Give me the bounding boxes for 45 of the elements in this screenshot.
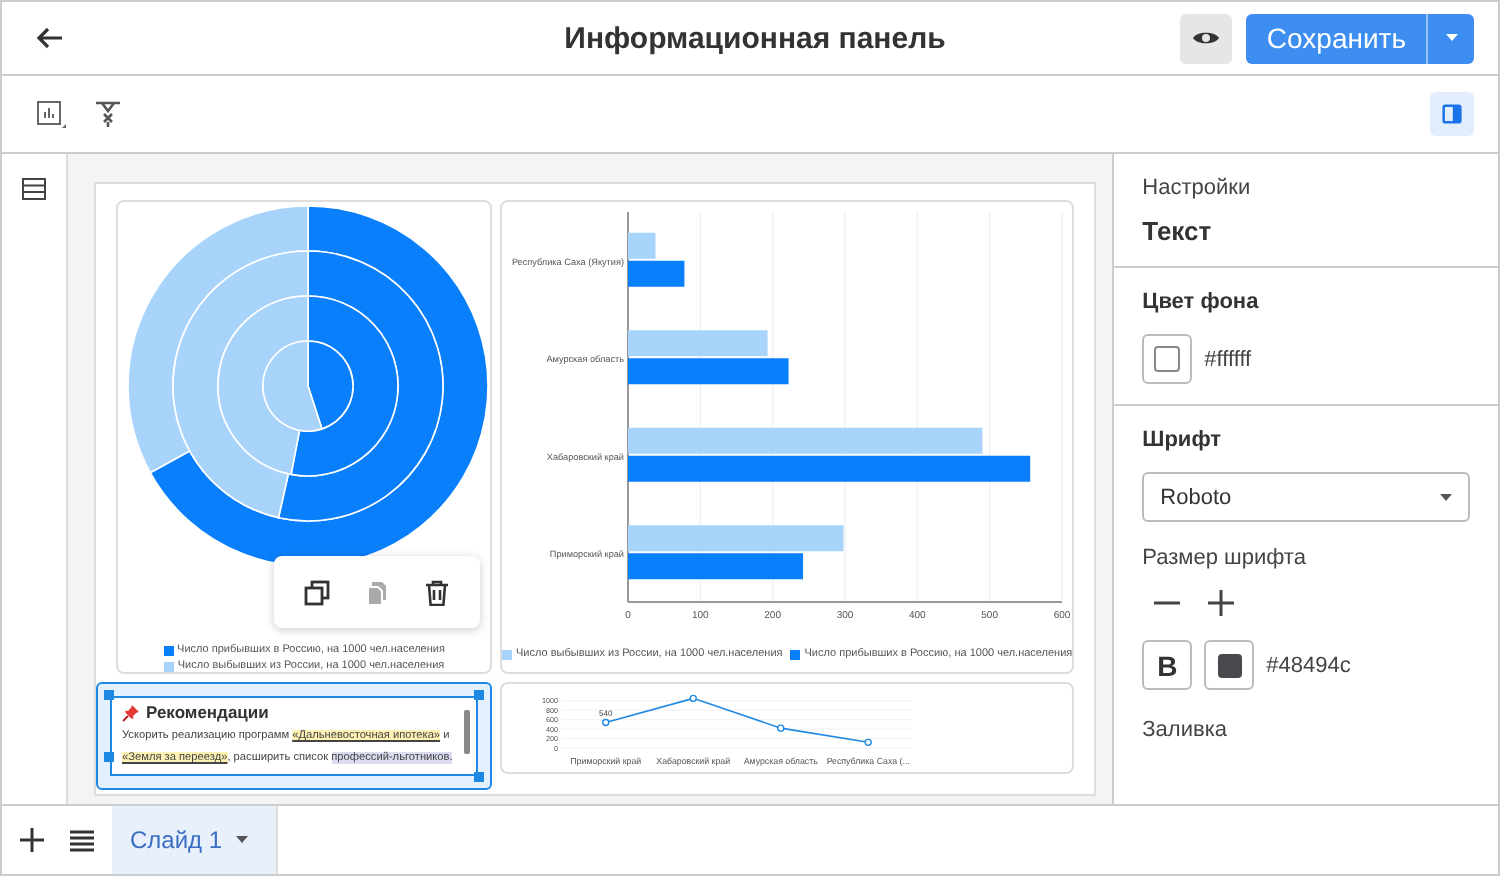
point	[864, 738, 872, 747]
resize-handle[interactable]	[104, 690, 114, 700]
trash-icon	[424, 579, 451, 605]
chart-icon[interactable]	[36, 99, 66, 129]
bar	[628, 330, 768, 357]
field-label: Заливка	[1142, 718, 1229, 742]
eye-icon	[1192, 28, 1221, 48]
preview-button[interactable]	[1180, 13, 1233, 63]
documents-icon	[363, 579, 390, 605]
resize-handle[interactable]	[474, 690, 484, 700]
color-value: #ffffff	[1204, 347, 1252, 371]
caret-icon	[1440, 493, 1453, 501]
list-icon[interactable]	[70, 829, 94, 851]
slide-tab[interactable]: Слайд 1	[112, 806, 279, 874]
point	[777, 724, 785, 732]
side-panel-icon	[1442, 102, 1462, 126]
back-arrow-icon[interactable]	[36, 24, 64, 52]
panel-caption: Настройки	[1142, 176, 1253, 200]
pushpin-icon	[122, 703, 140, 721]
plus-icon[interactable]	[20, 828, 44, 852]
bold-button[interactable]: B	[1142, 640, 1193, 690]
color-value: #48494c	[1266, 653, 1351, 677]
font-select[interactable]: Roboto	[1142, 472, 1471, 522]
caret-icon	[1445, 34, 1457, 42]
section-heading: Шрифт	[1142, 428, 1224, 452]
resize-handle[interactable]	[104, 752, 114, 762]
copy-button[interactable]	[299, 575, 334, 609]
widget-title: Рекомендации	[146, 702, 269, 722]
plus-icon[interactable]	[1208, 590, 1235, 616]
section-heading: Цвет фона	[1142, 290, 1261, 314]
caret-icon	[236, 836, 249, 844]
scrollbar[interactable]	[464, 710, 470, 754]
panel-toggle-button[interactable]	[1430, 92, 1474, 136]
point	[689, 694, 697, 703]
copy-icon	[303, 579, 330, 605]
clear-filter-icon[interactable]	[94, 100, 122, 128]
resize-handle[interactable]	[474, 772, 484, 782]
point	[602, 718, 610, 727]
list-icon[interactable]	[22, 178, 46, 200]
save-menu-button[interactable]	[1426, 13, 1474, 63]
window-title: Информационная панель	[564, 21, 946, 55]
color-swatch-button[interactable]	[1142, 334, 1193, 384]
panel-title: Текст	[1142, 216, 1214, 246]
field-label: Размер шрифта	[1142, 546, 1308, 570]
color-swatch-button[interactable]	[1204, 640, 1255, 690]
